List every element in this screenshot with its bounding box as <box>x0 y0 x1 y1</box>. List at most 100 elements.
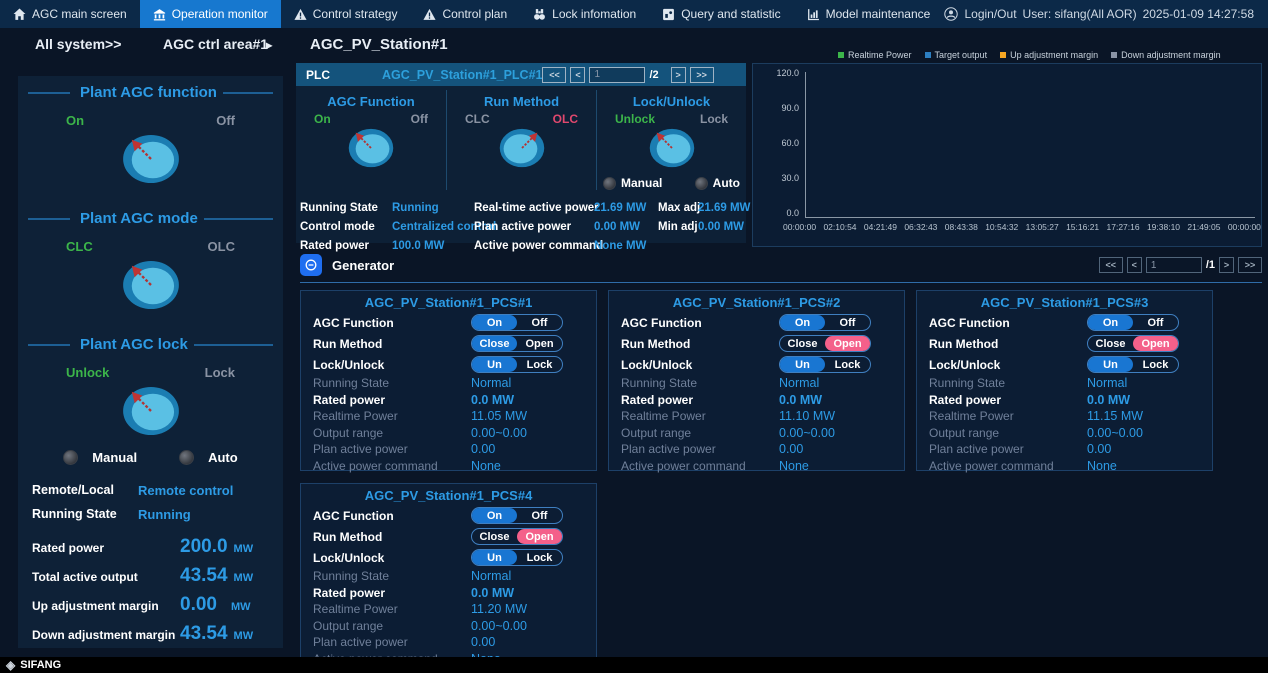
plc-auto-radio[interactable] <box>695 177 708 190</box>
breadcrumb-all-system[interactable]: All system>> <box>35 36 121 52</box>
home-icon <box>13 8 26 21</box>
plc-lock-label: Lock <box>700 112 728 126</box>
plan-active-power-value: 0.00 <box>471 635 495 649</box>
run-method-toggle[interactable]: CloseOpen <box>779 335 871 352</box>
agc-function-toggle[interactable]: OnOff <box>471 507 563 524</box>
warning-icon <box>294 8 307 21</box>
x-axis-line <box>805 217 1255 218</box>
bank-icon <box>153 8 166 21</box>
running-state-row: Running State Running <box>28 507 273 522</box>
plc-agc-function-knob[interactable] <box>348 128 394 168</box>
chevron-right-icon: ▸ <box>266 38 272 52</box>
manual-radio[interactable] <box>63 450 78 465</box>
bar-chart-icon <box>807 8 820 21</box>
running-state-value: Normal <box>779 376 819 390</box>
active-power-command-value: None <box>471 459 501 473</box>
plant-agc-lock-knob[interactable] <box>122 386 180 436</box>
generator-next-page-button[interactable]: > <box>1219 257 1234 273</box>
plc-agc-function-group: AGC Function On Off <box>296 90 446 190</box>
legend-swatch-up-adjustment-margin <box>1000 52 1006 58</box>
nav-query-and-statistic[interactable]: Query and statistic <box>649 0 793 28</box>
warning-icon <box>423 8 436 21</box>
x-axis-labels: 00:00:00 02:10:54 04:21:49 06:32:43 08:4… <box>783 222 1261 232</box>
top-nav-bar: AGC main screen Operation monitor Contro… <box>0 0 1268 28</box>
plc-manual-radio[interactable] <box>603 177 616 190</box>
agc-function-toggle[interactable]: OnOff <box>471 314 563 331</box>
plc-control-mode-value: Centralized control <box>392 221 474 233</box>
nav-control-plan[interactable]: Control plan <box>410 0 520 28</box>
generator-page-total: /1 <box>1206 259 1215 271</box>
divider <box>300 282 1262 283</box>
y-axis-line <box>805 72 806 218</box>
rated-power-value: 0.0 MW <box>471 393 514 407</box>
nav-label: Control plan <box>442 7 507 21</box>
plc-first-page-button[interactable]: << <box>542 67 566 83</box>
plc-next-page-button[interactable]: > <box>671 67 686 83</box>
agc-function-toggle[interactable]: OnOff <box>1087 314 1179 331</box>
auto-radio[interactable] <box>179 450 194 465</box>
realtime-power-value: 11.10 MW <box>779 409 835 423</box>
nav-label: AGC main screen <box>32 7 127 21</box>
plc-min-adj-value: 0.00 MW <box>698 221 744 233</box>
user-icon <box>944 7 958 21</box>
plc-manual-label: Manual <box>621 176 662 190</box>
manual-label: Manual <box>92 450 137 465</box>
agc-function-off-label: Off <box>216 113 235 128</box>
nav-model-maintenance[interactable]: Model maintenance <box>794 0 944 28</box>
plc-header: PLC AGC_PV_Station#1_PLC#1 << < /2 > >> <box>296 63 746 86</box>
generator-last-page-button[interactable]: >> <box>1238 257 1262 273</box>
nav-control-strategy[interactable]: Control strategy <box>281 0 411 28</box>
lock-unlock-toggle[interactable]: UnLock <box>779 356 871 373</box>
plc-page-input[interactable] <box>589 67 645 83</box>
plant-agc-mode-title: Plant AGC mode <box>28 210 273 227</box>
running-state-value: Normal <box>1087 376 1127 390</box>
lock-unlock-toggle[interactable]: UnLock <box>1087 356 1179 373</box>
output-range-value: 0.00~0.00 <box>471 426 527 440</box>
breadcrumb-agc-ctrl-area[interactable]: AGC ctrl area#1▸ <box>163 36 272 52</box>
pcs-card-4: AGC_PV_Station#1_PCS#4 AGC Function OnOf… <box>300 483 597 664</box>
login-out-link[interactable]: Login/Out <box>964 7 1016 21</box>
lock-unlock-toggle[interactable]: UnLock <box>471 549 563 566</box>
plan-active-power-value: 0.00 <box>779 442 803 456</box>
plant-agc-function-knob[interactable] <box>122 134 180 184</box>
legend-swatch-realtime-power <box>838 52 844 58</box>
rated-power-value: 0.0 MW <box>779 393 822 407</box>
lock-unlock-toggle[interactable]: UnLock <box>471 356 563 373</box>
generator-first-page-button[interactable]: << <box>1099 257 1123 273</box>
generator-section: Generator << < /1 > >> AGC_PV_Station#1_… <box>300 250 1262 655</box>
plc-panel: PLC AGC_PV_Station#1_PLC#1 << < /2 > >> … <box>296 63 746 243</box>
plant-agc-function-title: Plant AGC function <box>28 84 273 101</box>
running-state-value: Running <box>138 507 191 522</box>
chart-legend: Realtime Power Target output Up adjustme… <box>838 50 1221 60</box>
plant-agc-mode-knob[interactable] <box>122 260 180 310</box>
plc-agc-on-label: On <box>314 112 331 126</box>
plc-last-page-button[interactable]: >> <box>690 67 714 83</box>
nav-lock-infomation[interactable]: Lock infomation <box>520 0 649 28</box>
legend-swatch-down-adjustment-margin <box>1111 52 1117 58</box>
report-icon <box>662 8 675 21</box>
nav-agc-main-screen[interactable]: AGC main screen <box>0 0 140 28</box>
nav-operation-monitor[interactable]: Operation monitor <box>140 0 281 28</box>
plc-run-method-knob[interactable] <box>499 128 545 168</box>
output-range-value: 0.00~0.00 <box>471 619 527 633</box>
plc-prev-page-button[interactable]: < <box>570 67 585 83</box>
run-method-toggle[interactable]: CloseOpen <box>471 528 563 545</box>
run-method-toggle[interactable]: CloseOpen <box>471 335 563 352</box>
plc-unlock-label: Unlock <box>615 112 655 126</box>
nav-label: Lock infomation <box>552 7 636 21</box>
agc-mode-clc-label: CLC <box>66 239 93 254</box>
plc-page-total: /2 <box>649 69 658 81</box>
active-power-command-value: None <box>1087 459 1117 473</box>
plc-lock-unlock-knob[interactable] <box>649 128 695 168</box>
plc-lock-unlock-group: Lock/Unlock Unlock Lock Manual Auto <box>596 90 746 190</box>
run-method-toggle[interactable]: CloseOpen <box>1087 335 1179 352</box>
session-info: Login/Out User: sifang(All AOR) 2025-01-… <box>944 0 1268 28</box>
generator-icon <box>300 254 322 276</box>
generator-prev-page-button[interactable]: < <box>1127 257 1142 273</box>
running-state-value: Normal <box>471 569 511 583</box>
generator-page-input[interactable] <box>1146 257 1202 273</box>
agc-lock-lock-label: Lock <box>205 365 235 380</box>
realtime-power-value: 11.05 MW <box>471 409 527 423</box>
plc-max-adj-value: 21.69 MW <box>698 202 750 214</box>
agc-function-toggle[interactable]: OnOff <box>779 314 871 331</box>
